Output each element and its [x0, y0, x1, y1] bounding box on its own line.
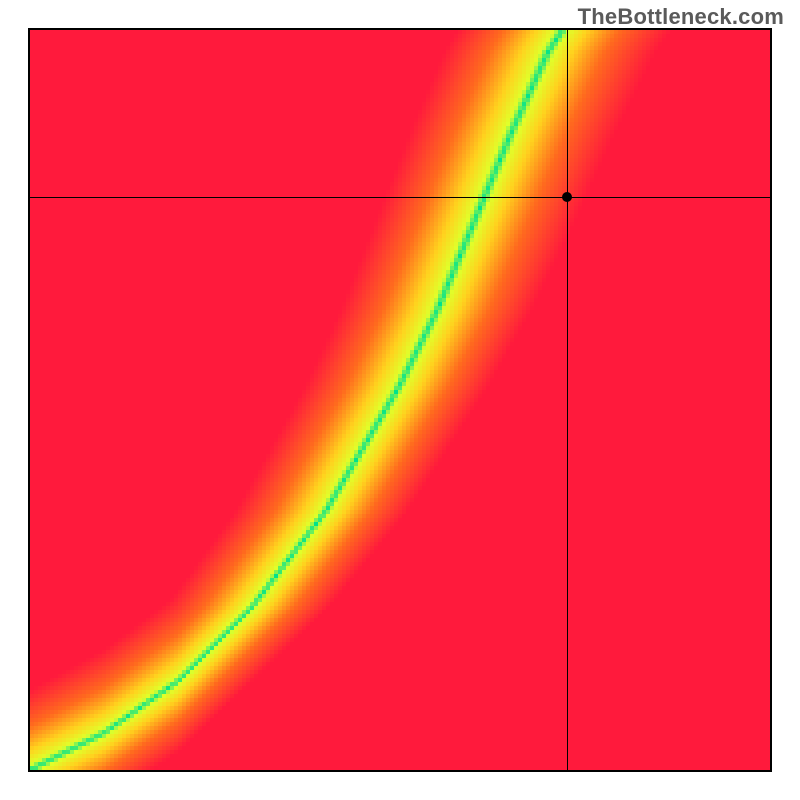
watermark-text: TheBottleneck.com	[578, 4, 784, 30]
crosshair-vertical	[567, 30, 568, 770]
chart-container: TheBottleneck.com	[0, 0, 800, 800]
crosshair-horizontal	[30, 197, 770, 198]
marker-dot	[562, 192, 572, 202]
heatmap-canvas	[30, 30, 770, 770]
